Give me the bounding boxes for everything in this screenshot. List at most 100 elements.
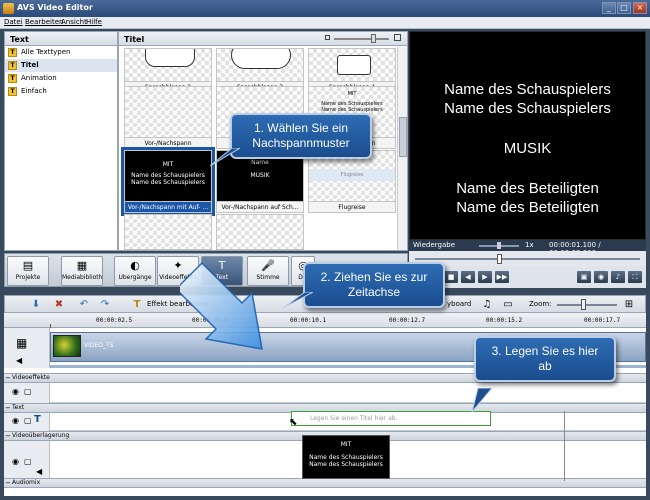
fullscreen-icon[interactable]: ⛶: [628, 271, 642, 283]
text-track-controls: ◉ ▢ T: [4, 413, 50, 431]
large-thumbs-icon[interactable]: [394, 34, 401, 41]
thumb-size-slider[interactable]: [334, 38, 389, 40]
lock-icon[interactable]: ▢: [24, 387, 32, 396]
preview-text-line: Name des Schauspielers: [444, 100, 611, 117]
preview-text-line: Name des Beteiligten: [456, 199, 599, 216]
tile-thumbnail: [124, 86, 212, 138]
display-icon[interactable]: ▭: [502, 299, 514, 311]
visibility-icon[interactable]: ◉: [12, 457, 19, 466]
projects-button[interactable]: ▤ Projekte: [7, 256, 49, 286]
category-label: Einfach: [21, 87, 47, 95]
drag-preview-text: Name des Schauspielers: [309, 461, 383, 468]
video-track-icon: ▦: [16, 336, 28, 350]
video-effects-track[interactable]: [50, 383, 646, 403]
menu-bearbeiten[interactable]: Bearbeiten: [25, 18, 63, 26]
menu-ansicht[interactable]: Ansicht: [61, 18, 87, 26]
zoom-fit-icon[interactable]: ⊞: [623, 299, 635, 311]
gallery-tile[interactable]: [124, 214, 212, 250]
next-frame-icon[interactable]: ▶: [478, 271, 492, 283]
drag-preview-text: MIT: [340, 441, 352, 448]
gallery-tile[interactable]: [216, 214, 304, 250]
transitions-label: Übergänge: [118, 274, 152, 281]
prev-frame-icon[interactable]: ◀: [461, 271, 475, 283]
monitor-icon[interactable]: ▣: [577, 271, 591, 283]
tile-caption: Vor-/Nachspann mit Auf- ...: [124, 202, 212, 213]
undo-icon[interactable]: ↶: [78, 299, 90, 311]
edit-effect-icon[interactable]: T: [131, 299, 143, 311]
lock-icon[interactable]: ▢: [24, 457, 32, 466]
category-item-einfach[interactable]: T Einfach: [5, 85, 117, 98]
redo-icon[interactable]: ↷: [99, 299, 111, 311]
small-thumbs-icon[interactable]: [325, 35, 330, 40]
text-category-panel: Text T Alle Texttypen T Titel T Animatio…: [4, 31, 118, 251]
speech-bubble-shape: [145, 49, 195, 67]
seek-bar[interactable]: [409, 251, 646, 266]
volume-icon[interactable]: ♪: [611, 271, 625, 283]
media-library-button[interactable]: ▦ Mediabibliothek: [61, 256, 103, 286]
zoom-slider-handle[interactable]: [581, 299, 586, 310]
preview-text-line: MUSIK: [503, 140, 552, 157]
zoom-label: Zoom:: [529, 300, 552, 308]
mute-icon[interactable]: ◀: [16, 356, 22, 365]
zoom-slider[interactable]: [557, 304, 617, 306]
delete-icon[interactable]: ✖: [53, 299, 65, 311]
tile-mini-text: MUSIK: [250, 172, 270, 179]
ruler-mark: 00:00:12.7: [389, 317, 426, 324]
visibility-icon[interactable]: ◉: [12, 387, 19, 396]
track-header-audiomix[interactable]: Audiomix: [4, 478, 646, 488]
visibility-icon[interactable]: ◉: [12, 416, 19, 425]
gallery-header: Titel: [119, 32, 407, 46]
category-label: Animation: [21, 74, 57, 82]
speech-bubble-shape: [231, 49, 291, 69]
ruler-mark: 00:00:17.7: [584, 317, 621, 324]
tile-thumbnail: [124, 48, 212, 82]
next-clip-icon[interactable]: ▶▶: [495, 271, 509, 283]
gallery-tile[interactable]: Flugreise Flugreise: [308, 150, 396, 213]
speed-slider-handle[interactable]: [497, 242, 501, 249]
tile-caption: Vor-/Nachspann: [124, 138, 212, 149]
category-item-all[interactable]: T Alle Texttypen: [5, 46, 117, 59]
media-library-label: Mediabibliothek: [62, 274, 102, 281]
text-type-icon: T: [8, 61, 17, 70]
media-library-icon: ▦: [76, 259, 88, 272]
gallery-tile[interactable]: Vor-/Nachspann: [124, 86, 212, 149]
timeline-ruler[interactable]: 00:00:02.5 00:00:05.0 00:00:10.1 00:00:1…: [4, 313, 646, 328]
drop-hint: Legen Sie einen Titel hier ab.: [310, 415, 398, 422]
drag-cursor-icon: ⬉: [289, 417, 298, 428]
seek-handle[interactable]: [497, 254, 502, 264]
category-item-titel[interactable]: T Titel: [5, 59, 117, 72]
voiceover-icon[interactable]: ♫: [481, 299, 493, 311]
window-title: AVS Video Editor: [17, 3, 93, 12]
seek-track[interactable]: [415, 258, 640, 260]
playback-label: Wiedergabe: [413, 241, 456, 249]
gallery-tile-selected[interactable]: MIT Name des Schauspielers Name des Scha…: [121, 147, 215, 216]
snapshot-icon[interactable]: ◉: [594, 271, 608, 283]
preview-text-line: Name des Schauspielers: [444, 81, 611, 98]
add-icon[interactable]: ⬇: [30, 299, 42, 311]
speed-value: 1x: [525, 241, 534, 249]
maximize-button[interactable]: □: [617, 2, 631, 14]
mute-icon[interactable]: ◀: [36, 467, 42, 476]
stop-icon[interactable]: ■: [444, 271, 458, 283]
menu-datei[interactable]: Datei: [4, 18, 23, 26]
callout-tail: [283, 292, 313, 309]
drag-preview-text: Name des Schauspielers: [309, 454, 383, 461]
menu-hilfe[interactable]: Hilfe: [86, 18, 102, 26]
storyboard-button[interactable]: yboard: [447, 300, 471, 308]
category-item-animation[interactable]: T Animation: [5, 72, 117, 85]
ruler-mark: 00:00:15.2: [486, 317, 523, 324]
tile-mini-text: Flugreise: [340, 172, 364, 178]
text-drop-zone[interactable]: Legen Sie einen Titel hier ab.: [291, 411, 491, 426]
tile-mini-text: MIT: [347, 91, 357, 97]
close-button[interactable]: ×: [633, 2, 647, 14]
text-type-icon: T: [8, 48, 17, 57]
thumb-size-slider-handle[interactable]: [371, 34, 376, 43]
video-clip-thumbnail: [53, 335, 81, 357]
category-label: Alle Texttypen: [21, 48, 71, 56]
tile-thumbnail: [216, 214, 304, 250]
minimize-button[interactable]: _: [602, 2, 616, 14]
gallery-scrollbar[interactable]: [397, 47, 407, 250]
lock-icon[interactable]: ▢: [24, 416, 32, 425]
transitions-button[interactable]: ◐ Übergänge: [114, 256, 156, 286]
gallery-scrollbar-thumb[interactable]: [399, 117, 407, 157]
